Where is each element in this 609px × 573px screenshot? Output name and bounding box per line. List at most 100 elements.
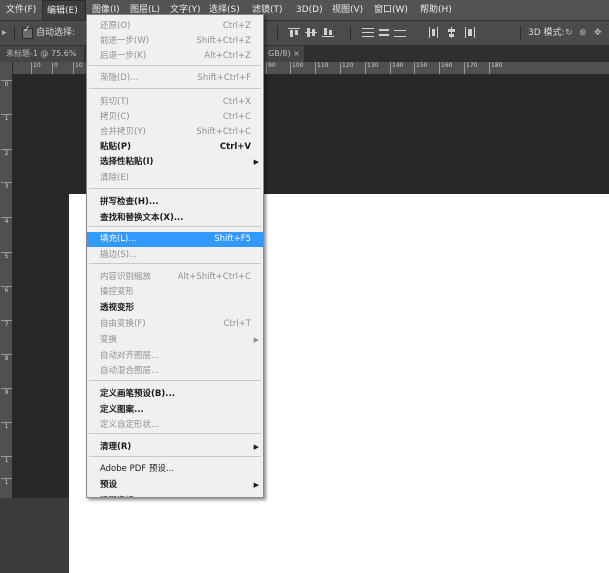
menu-item-label: 定义画笔预设(B)... bbox=[100, 389, 175, 399]
ruler-tick-label: 130 bbox=[365, 62, 378, 74]
menu-item-label: 拼写检查(H)... bbox=[100, 197, 159, 207]
menu-item[interactable]: 定义自定形状... bbox=[87, 418, 263, 433]
align-vertical-center-icon[interactable] bbox=[305, 27, 317, 38]
menu-item[interactable]: 自动混合图层... bbox=[87, 364, 263, 379]
ruler-tick-label: 5 bbox=[1, 252, 12, 260]
menu-item-label: 内容识别缩放 bbox=[100, 272, 152, 282]
menu-window[interactable]: 窗口(W) bbox=[370, 0, 412, 20]
menu-item-label: 拷贝(C) bbox=[100, 112, 130, 122]
menu-item[interactable]: 拷贝(C) Ctrl+C bbox=[87, 110, 263, 125]
menu-item[interactable]: 预设 ▶ bbox=[87, 478, 263, 493]
ruler-tick-label: 100 bbox=[290, 62, 303, 74]
distribute-horizontal-center-icon[interactable] bbox=[446, 27, 458, 38]
menu-item-label: 粘贴(P) bbox=[100, 142, 131, 152]
document-tab-mode[interactable]: GB/8) × bbox=[264, 46, 304, 62]
align-bottom-icon[interactable] bbox=[322, 27, 334, 38]
menu-item-label: 变换 bbox=[100, 335, 118, 345]
menu-item-shortcut: Shift+F5 bbox=[214, 234, 251, 244]
menu-item[interactable]: Adobe PDF 预设... bbox=[87, 462, 263, 477]
menu-item[interactable]: 变换 ▶ bbox=[87, 333, 263, 348]
3d-roll-icon[interactable]: ⊛ bbox=[579, 21, 587, 45]
menu-item-label: 填充(L)... bbox=[100, 234, 137, 244]
menu-item[interactable]: 合并拷贝(Y) Shift+Ctrl+C bbox=[87, 125, 263, 140]
distribute-top-icon[interactable] bbox=[362, 27, 374, 38]
divider bbox=[520, 26, 521, 40]
menu-item[interactable]: 渐隐(D)... Shift+Ctrl+F bbox=[87, 71, 263, 86]
ruler-tick-label: 1 bbox=[1, 422, 12, 430]
menu-item[interactable]: 还原(O) Ctrl+Z bbox=[87, 19, 263, 34]
distribute-right-icon[interactable] bbox=[464, 27, 476, 38]
submenu-arrow-icon: ▶ bbox=[253, 443, 259, 451]
ruler-tick-label: 3 bbox=[1, 182, 12, 190]
ruler-tick-label: 8 bbox=[1, 354, 12, 362]
menu-item-label: 清理(R) bbox=[100, 442, 132, 452]
menu-view[interactable]: 视图(V) bbox=[328, 0, 367, 20]
menu-item-label: 自动混合图层... bbox=[100, 366, 160, 376]
menu-item-label: 渐隐(D)... bbox=[100, 73, 139, 83]
auto-select-checkbox[interactable] bbox=[22, 25, 33, 39]
submenu-arrow-icon: ▶ bbox=[253, 158, 259, 166]
3d-pan-icon[interactable]: ✥ bbox=[594, 21, 602, 45]
menu-edit[interactable]: 编辑(E) bbox=[42, 0, 86, 20]
menu-item[interactable]: 自动对齐图层... bbox=[87, 349, 263, 364]
distribute-bottom-icon[interactable] bbox=[394, 27, 406, 38]
ruler-tick-label: 1 bbox=[1, 478, 12, 486]
menu-item[interactable]: 自由变换(F) Ctrl+T bbox=[87, 317, 263, 332]
menu-item[interactable]: 定义画笔预设(B)... bbox=[87, 387, 263, 402]
menu-item-label: 清除(E) bbox=[100, 173, 130, 183]
menu-file[interactable]: 文件(F) bbox=[2, 0, 40, 20]
menu-item[interactable]: 清理(R) ▶ bbox=[87, 440, 263, 455]
ruler-tick-label: 0 bbox=[52, 62, 58, 74]
menu-item-shortcut: Alt+Ctrl+Z bbox=[204, 51, 251, 61]
menu-item[interactable]: 粘贴(P) Ctrl+V bbox=[87, 140, 263, 155]
menu-item-label: 操控变形 bbox=[100, 287, 135, 297]
menu-item-shortcut: Shift+Ctrl+C bbox=[196, 127, 251, 137]
menu-item-label: 远程连接... bbox=[100, 494, 142, 497]
align-top-icon[interactable] bbox=[288, 27, 300, 38]
menu-item-label: 前进一步(W) bbox=[100, 36, 150, 46]
ruler-tick-label: 90 bbox=[266, 62, 276, 74]
menu-item[interactable]: 内容识别缩放 Alt+Shift+Ctrl+C bbox=[87, 270, 263, 285]
menu-item[interactable]: 操控变形 bbox=[87, 285, 263, 300]
menu-item[interactable]: 描边(S)... bbox=[87, 248, 263, 263]
menu-help[interactable]: 帮助(H) bbox=[416, 0, 456, 20]
menu-item[interactable]: 透视变形 bbox=[87, 301, 263, 316]
menu-item-shortcut: Ctrl+X bbox=[222, 97, 251, 107]
menu-item[interactable]: 清除(E) bbox=[87, 171, 263, 186]
ruler-tick-label: 1 bbox=[1, 114, 12, 122]
menu-item[interactable]: 填充(L)... Shift+F5 bbox=[87, 232, 263, 247]
ruler-tick-label: 10 bbox=[73, 62, 83, 74]
menu-separator bbox=[89, 456, 261, 457]
document-tab[interactable]: 未标题-1 @ 75.6% bbox=[0, 46, 84, 62]
ruler-tick-label: 2 bbox=[1, 149, 12, 157]
menu-item[interactable]: 远程连接... bbox=[87, 494, 263, 497]
menu-item[interactable]: 后退一步(K) Alt+Ctrl+Z bbox=[87, 49, 263, 64]
auto-select-label: 自动选择: bbox=[36, 28, 76, 38]
menu-item-label: 定义图案... bbox=[100, 405, 144, 415]
menu-item-shortcut: Ctrl+Z bbox=[222, 21, 251, 31]
submenu-arrow-icon: ▶ bbox=[253, 336, 259, 344]
menu-item[interactable]: 前进一步(W) Shift+Ctrl+Z bbox=[87, 34, 263, 49]
menu-item[interactable]: 拼写检查(H)... bbox=[87, 195, 263, 210]
vertical-ruler[interactable]: 0 1 2 3 4 5 6 7 8 9 1 1 1 bbox=[0, 62, 13, 498]
menu-item-label: 预设 bbox=[100, 480, 118, 490]
menu-item[interactable]: 剪切(T) Ctrl+X bbox=[87, 95, 263, 110]
menu-item-label: 剪切(T) bbox=[100, 97, 129, 107]
menu-item[interactable]: 查找和替换文本(X)... bbox=[87, 211, 263, 226]
menu-item[interactable]: 选择性粘贴(I) ▶ bbox=[87, 155, 263, 170]
menu-item[interactable]: 定义图案... bbox=[87, 403, 263, 418]
menu-item-label: 后退一步(K) bbox=[100, 51, 147, 61]
menu-separator bbox=[89, 188, 261, 189]
ruler-tick-label: 160 bbox=[439, 62, 452, 74]
menu-separator bbox=[89, 88, 261, 89]
distribute-left-icon[interactable] bbox=[428, 27, 440, 38]
menu-item-shortcut: Alt+Shift+Ctrl+C bbox=[177, 272, 251, 282]
ruler-tick-label: 110 bbox=[315, 62, 328, 74]
close-tab-icon[interactable]: × bbox=[293, 49, 300, 58]
tool-preset-arrow-icon[interactable]: ▸ bbox=[2, 21, 7, 45]
edit-menu-dropdown: 还原(O) Ctrl+Z 前进一步(W) Shift+Ctrl+Z 后退一步(K) Alt… bbox=[86, 14, 264, 498]
menu-3d[interactable]: 3D(D) bbox=[292, 0, 327, 20]
3d-rotate-icon[interactable]: ↻ bbox=[565, 21, 573, 45]
document-tab-mode-text: GB/8) bbox=[268, 49, 291, 58]
distribute-vertical-center-icon[interactable] bbox=[378, 27, 390, 38]
